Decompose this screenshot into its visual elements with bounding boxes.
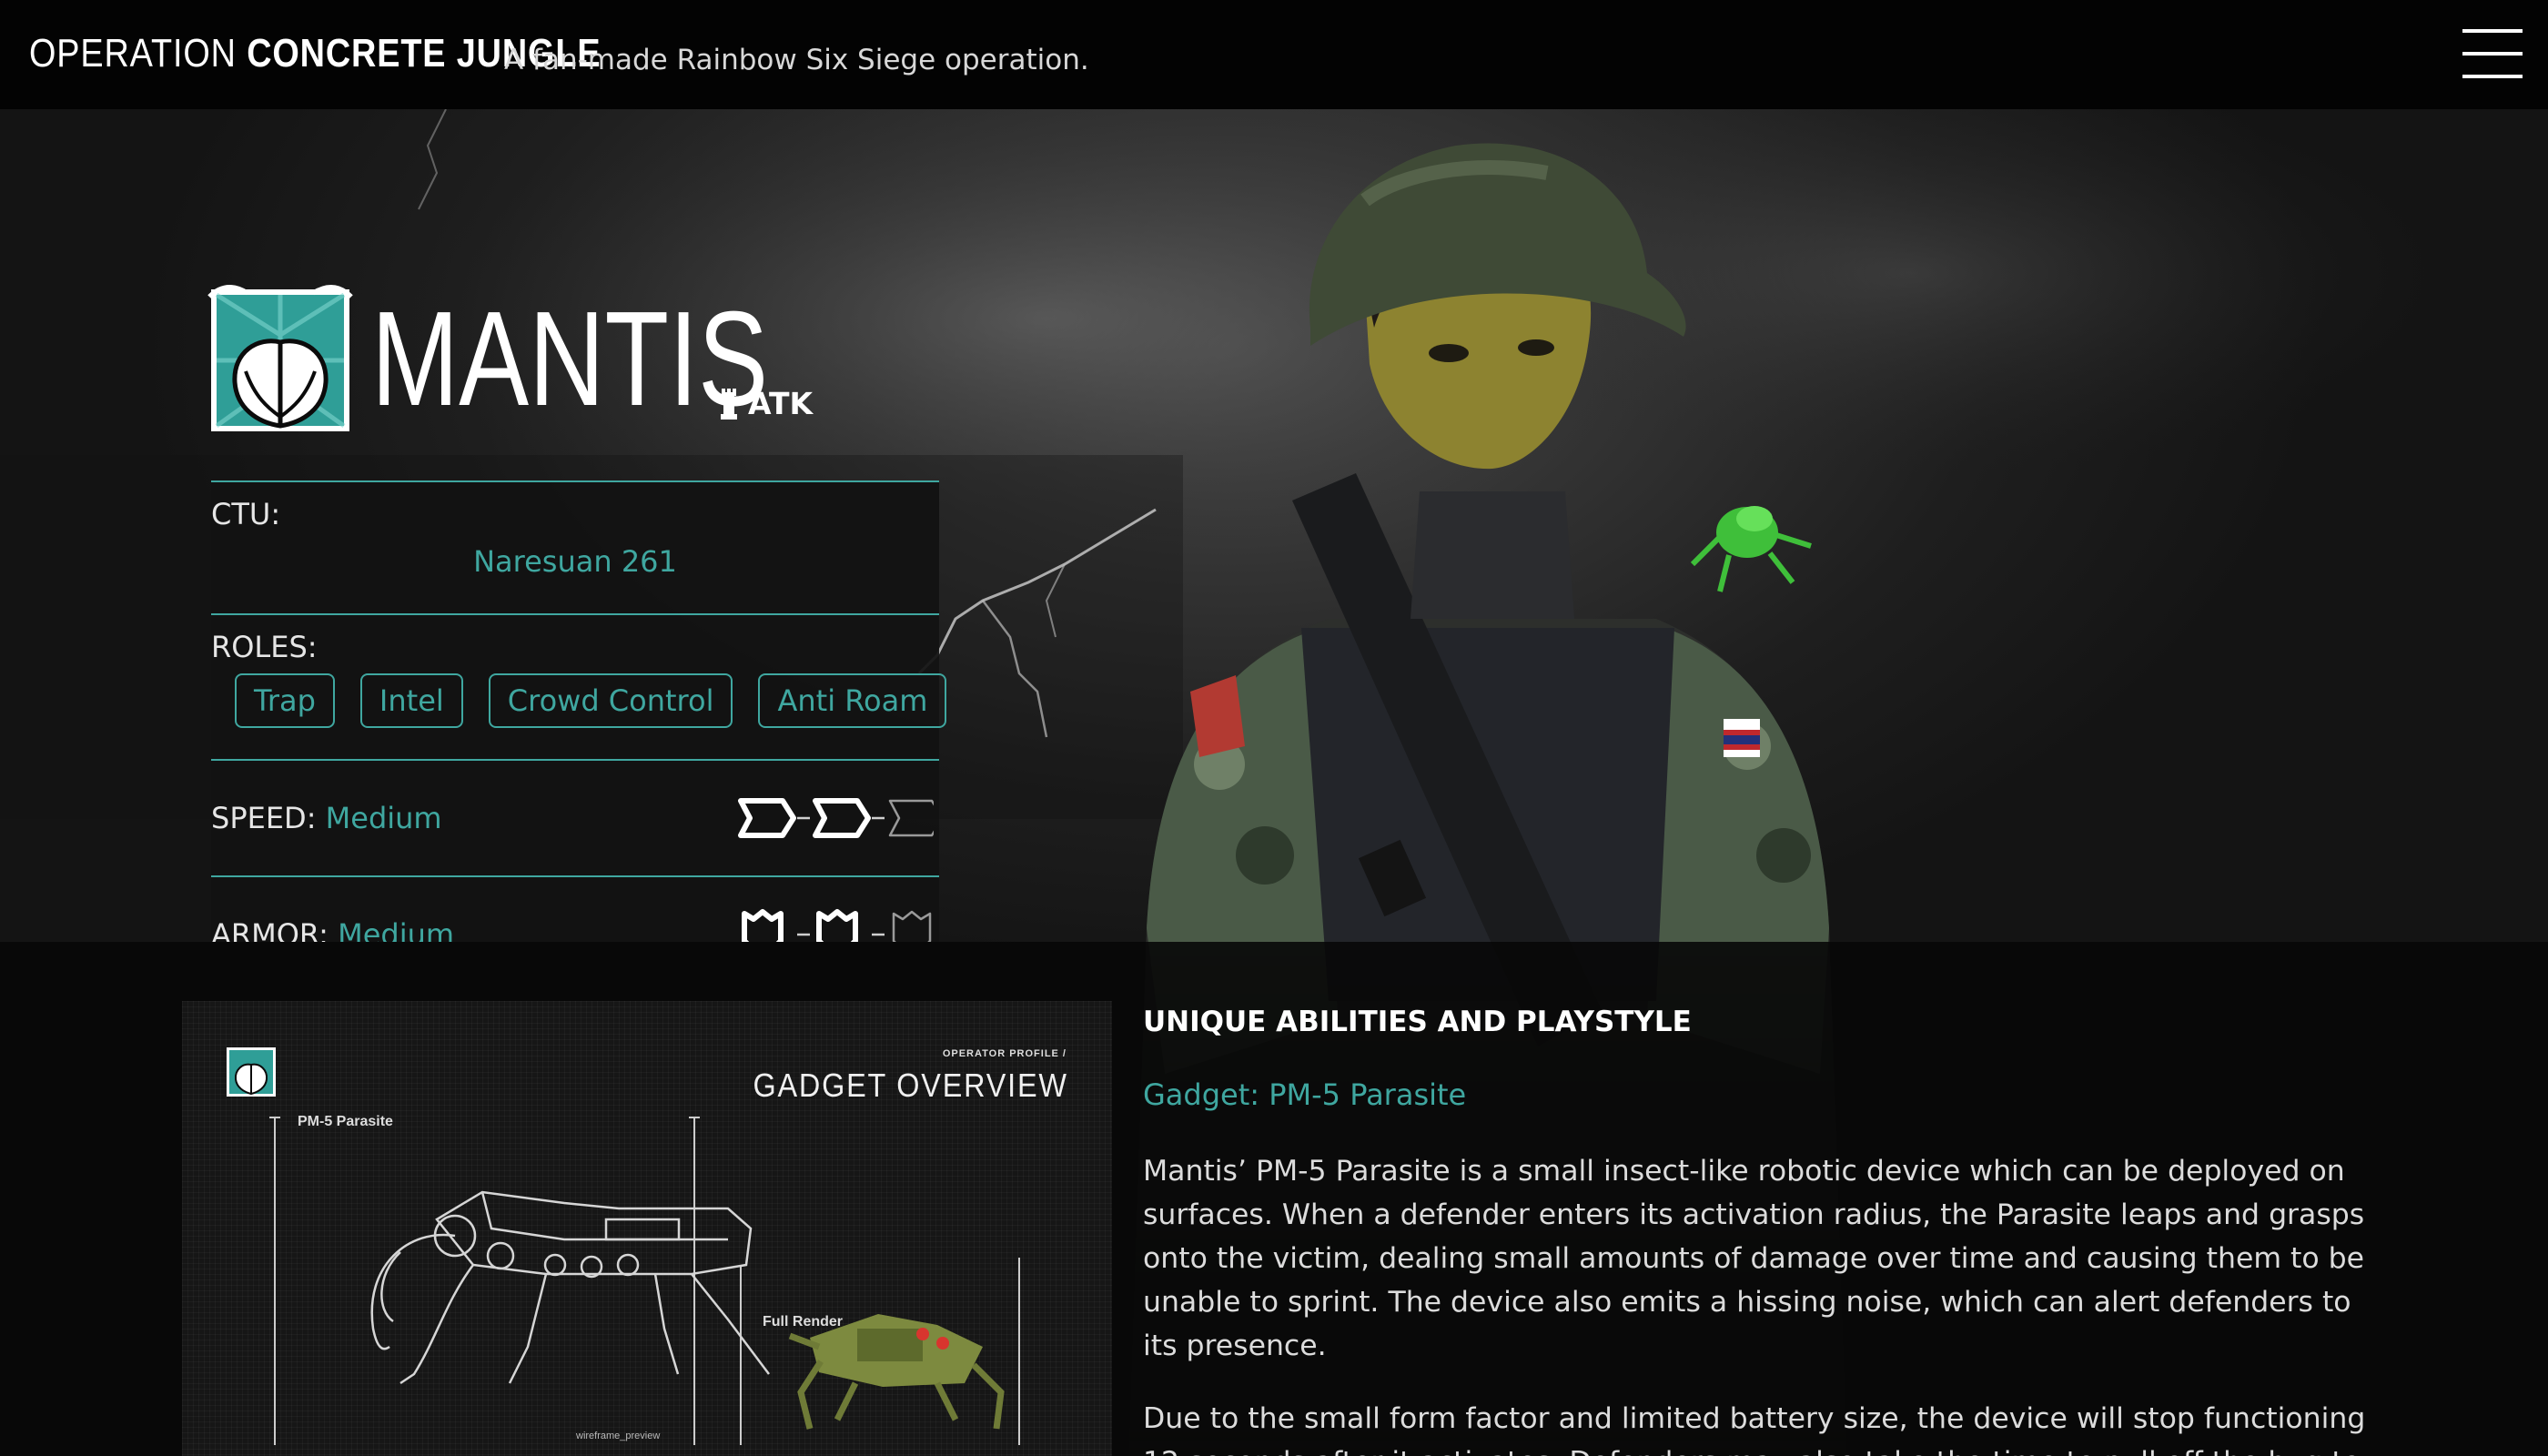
gadget-section: OPERATOR PROFILE / GADGET OVERVIEW PM-5 … <box>0 942 2548 1456</box>
role-list: Trap Intel Crowd Control Anti Roam <box>235 673 947 728</box>
armor-label: ARMOR: Medium <box>211 917 454 942</box>
brand-prefix: OPERATION <box>29 31 237 76</box>
armor-value: Medium <box>338 917 455 942</box>
ctu-value: Naresuan 261 <box>473 544 677 579</box>
role-chip[interactable]: Crowd Control <box>488 673 733 728</box>
top-bar: OPERATION CONCRETE JUNGLE A fan-made Rai… <box>0 0 2548 109</box>
speed-row: SPEED: Medium <box>211 759 939 875</box>
menu-icon[interactable] <box>2462 29 2523 78</box>
speed-pip <box>888 799 934 837</box>
operator-stats: CTU: Naresuan 261 ROLES: Trap Intel Crow… <box>211 480 947 942</box>
ability-description-2: Due to the small form factor and limited… <box>1143 1402 2366 1456</box>
role-chip[interactable]: Anti Roam <box>758 673 947 728</box>
attacker-icon <box>721 388 737 420</box>
speed-meter-icon <box>738 798 934 838</box>
abilities-section: UNIQUE ABILITIES AND PLAYSTYLE Gadget: P… <box>1143 1004 2390 1456</box>
armor-pip <box>816 909 858 942</box>
gadget-name: Gadget: PM-5 Parasite <box>1143 1077 1467 1112</box>
armor-row: ARMOR: Medium <box>211 875 939 942</box>
armor-meter-icon <box>742 909 932 942</box>
ctu-label: CTU: <box>211 497 281 531</box>
roles-row: ROLES: Trap Intel Crowd Control Anti Roa… <box>211 613 947 759</box>
role-chip[interactable]: Intel <box>359 673 463 728</box>
operator-hero: MANTIS ATK CTU: Naresuan 261 ROLES: Trap… <box>0 109 2548 942</box>
role-chip[interactable]: Trap <box>235 673 335 728</box>
gadget-wireframe-drawing <box>269 1117 1020 1445</box>
mantis-operator-icon <box>207 285 353 431</box>
abilities-heading: UNIQUE ABILITIES AND PLAYSTYLE <box>1143 1006 1692 1038</box>
armor-label-text: ARMOR: <box>211 917 329 942</box>
roles-label: ROLES: <box>211 630 318 664</box>
side-label: ATK <box>748 386 814 421</box>
ability-description-1: Mantis’ PM-5 Parasite is a small insect-… <box>1143 1155 2365 1362</box>
speed-pip <box>738 798 796 838</box>
operator-name: MANTIS <box>371 284 769 434</box>
site-tagline: A fan-made Rainbow Six Siege operation. <box>504 44 1089 76</box>
armor-pip <box>742 909 784 942</box>
gadget-overview-image[interactable]: OPERATOR PROFILE / GADGET OVERVIEW PM-5 … <box>182 1001 1112 1456</box>
armor-pip <box>892 910 932 942</box>
ctu-row: CTU: Naresuan 261 <box>211 480 939 613</box>
speed-label-text: SPEED: <box>211 801 317 835</box>
speed-pip <box>813 798 871 838</box>
operator-side: ATK <box>719 386 813 421</box>
speed-label: SPEED: Medium <box>211 801 442 835</box>
speed-value: Medium <box>325 801 442 835</box>
